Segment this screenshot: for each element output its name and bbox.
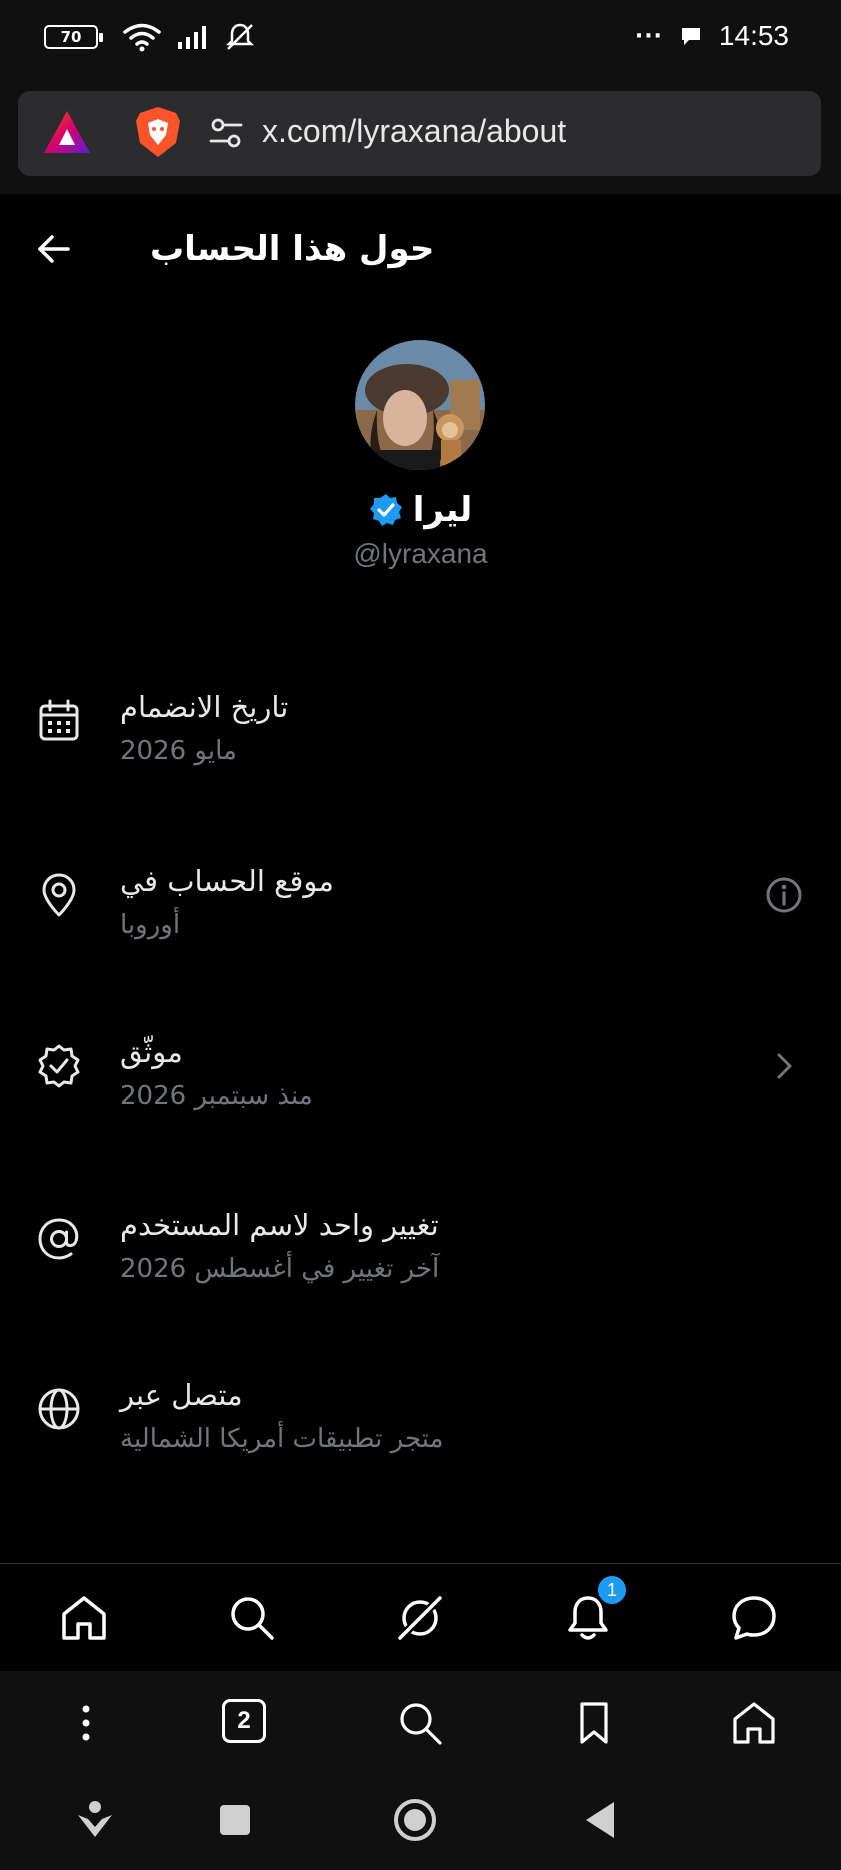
- brave-shields-icon[interactable]: [134, 105, 182, 159]
- display-name: ليرا: [412, 490, 473, 530]
- avatar[interactable]: [355, 340, 485, 470]
- tab-count: 2: [222, 1699, 266, 1743]
- at-sign-icon: [38, 1218, 79, 1260]
- home-icon[interactable]: [58, 1592, 110, 1644]
- url-text[interactable]: x.com/lyraxana/about: [262, 113, 566, 150]
- item-title: متصل عبر: [120, 1378, 243, 1412]
- keyboard-hide-icon[interactable]: [72, 1797, 118, 1843]
- about-item-account-location[interactable]: موقع الحساب في أوروبا: [0, 864, 841, 984]
- page-title: حول هذا الحساب: [150, 229, 435, 269]
- avatar-image: [355, 340, 485, 470]
- item-subtitle: آخر تغيير في أغسطس 2026: [120, 1254, 440, 1284]
- battery-indicator: 70: [44, 25, 103, 49]
- recent-apps-icon[interactable]: [212, 1797, 258, 1843]
- info-icon[interactable]: [765, 876, 803, 914]
- item-subtitle: أوروبا: [120, 910, 181, 940]
- battery-level: 70: [60, 28, 82, 46]
- status-right: ··· 14:53: [635, 20, 789, 52]
- globe-icon: [38, 1388, 80, 1430]
- search-icon[interactable]: [396, 1699, 444, 1747]
- notification-badge: 1: [596, 1574, 628, 1606]
- bookmark-icon[interactable]: [570, 1699, 618, 1747]
- more-vertical-icon[interactable]: [62, 1699, 110, 1747]
- app-tab-bar: 1: [0, 1563, 841, 1671]
- messages-icon[interactable]: [728, 1592, 780, 1644]
- item-title: موقع الحساب في: [120, 864, 334, 898]
- signal-icon: [178, 26, 206, 49]
- location-pin-icon: [42, 873, 76, 917]
- system-navigation-bar: [0, 1775, 841, 1870]
- item-subtitle: متجر تطبيقات أمريكا الشمالية: [120, 1424, 444, 1454]
- back-button-icon[interactable]: [578, 1797, 624, 1843]
- about-item-verified[interactable]: موثّق منذ سبتمبر 2026: [0, 1035, 841, 1155]
- about-item-join-date: تاريخ الانضمام مايو 2026: [0, 690, 841, 810]
- clock: 14:53: [718, 20, 789, 51]
- page-header: حول هذا الحساب: [0, 194, 841, 304]
- about-item-connected-via: متصل عبر متجر تطبيقات أمريكا الشمالية: [0, 1378, 841, 1498]
- item-title: موثّق: [120, 1035, 183, 1069]
- notifications-tab[interactable]: 1: [562, 1574, 628, 1644]
- item-subtitle: منذ سبتمبر 2026: [120, 1081, 313, 1111]
- browser-toolbar: x.com/lyraxana/about: [0, 82, 841, 194]
- item-subtitle: مايو 2026: [120, 736, 237, 766]
- grok-icon[interactable]: [394, 1592, 446, 1644]
- verified-badge-icon: [38, 1044, 80, 1088]
- address-bar[interactable]: x.com/lyraxana/about: [18, 91, 821, 176]
- chevron-right-icon[interactable]: [765, 1047, 803, 1085]
- chat-bubble-icon: [681, 28, 700, 45]
- brave-rewards-icon[interactable]: [42, 109, 92, 155]
- verified-check-icon: [369, 494, 402, 526]
- calendar-icon: [39, 699, 79, 741]
- search-icon[interactable]: [226, 1592, 278, 1644]
- user-handle: @lyraxana: [353, 538, 488, 569]
- item-title: تغيير واحد لاسم المستخدم: [120, 1208, 439, 1242]
- about-item-username-change: تغيير واحد لاسم المستخدم آخر تغيير في أغ…: [0, 1208, 841, 1328]
- muted-bell-icon: [225, 23, 255, 50]
- name-row: ليرا: [0, 490, 841, 530]
- item-title: تاريخ الانضمام: [120, 690, 289, 724]
- status-bar: 70 ··· 14:53: [0, 0, 841, 82]
- more-indicator: ···: [634, 23, 663, 49]
- back-arrow-icon[interactable]: [34, 229, 74, 269]
- home-icon[interactable]: [730, 1699, 778, 1747]
- site-settings-icon[interactable]: [208, 115, 244, 151]
- browser-bottom-toolbar: 2: [0, 1671, 841, 1775]
- status-left: 70: [44, 22, 256, 52]
- home-button-icon[interactable]: [392, 1797, 438, 1843]
- wifi-icon: [123, 23, 161, 52]
- tabs-button[interactable]: 2: [222, 1699, 270, 1747]
